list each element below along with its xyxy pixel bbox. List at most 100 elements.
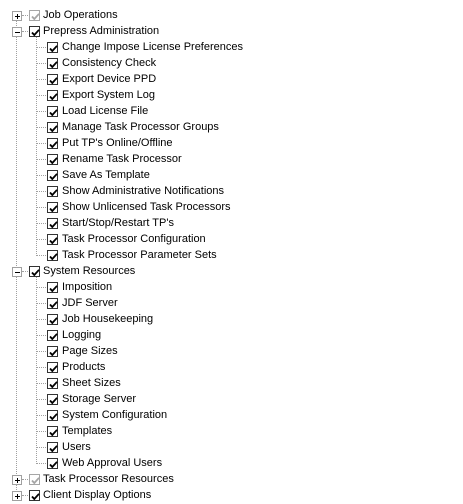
tree-connector: [36, 175, 46, 176]
tree-item-label: Start/Stop/Restart TP's: [62, 217, 174, 229]
tree-item-checkbox[interactable]: [47, 426, 58, 437]
tree-item-load-license-file[interactable]: Load License File: [0, 104, 463, 120]
tree-item-prepress-administration[interactable]: Prepress Administration: [0, 24, 463, 40]
tree-item-checkbox[interactable]: [47, 298, 58, 309]
tree-item-label: Job Housekeeping: [62, 313, 154, 325]
tree-item-checkbox[interactable]: [29, 10, 40, 21]
tree-item-label: Client Display Options: [43, 489, 152, 501]
tree-item-sheet-sizes[interactable]: Sheet Sizes: [0, 376, 463, 392]
tree-item-checkbox[interactable]: [29, 26, 40, 37]
tree-item-label: Users: [62, 441, 91, 453]
tree-item-task-processor-resources[interactable]: Task Processor Resources: [0, 472, 463, 488]
tree-item-checkbox[interactable]: [47, 362, 58, 373]
tree-item-rename-task-processor[interactable]: Rename Task Processor: [0, 152, 463, 168]
tree-item-checkbox[interactable]: [47, 410, 58, 421]
tree-connector: [36, 143, 46, 144]
tree-connector: [22, 479, 28, 480]
tree-item-checkbox[interactable]: [29, 266, 40, 277]
tree-item-job-housekeeping[interactable]: Job Housekeeping: [0, 312, 463, 328]
tree-item-checkbox[interactable]: [29, 474, 40, 485]
tree-connector: [36, 351, 46, 352]
tree-item-checkbox[interactable]: [47, 106, 58, 117]
tree-item-label: Export System Log: [62, 89, 155, 101]
tree-item-label: Page Sizes: [62, 345, 118, 357]
tree-item-export-system-log[interactable]: Export System Log: [0, 88, 463, 104]
tree-connector: [22, 15, 28, 16]
tree-item-checkbox[interactable]: [47, 330, 58, 341]
tree-item-label: Prepress Administration: [43, 25, 160, 37]
tree-item-checkbox[interactable]: [47, 186, 58, 197]
plus-box-icon[interactable]: [12, 11, 22, 21]
tree-item-products[interactable]: Products: [0, 360, 463, 376]
tree-item-show-unlicensed-task-processors[interactable]: Show Unlicensed Task Processors: [0, 200, 463, 216]
tree-item-label: System Configuration: [62, 409, 168, 421]
tree-item-checkbox[interactable]: [47, 42, 58, 53]
tree-connector: [36, 319, 46, 320]
tree-connector: [36, 37, 37, 256]
tree-item-checkbox[interactable]: [47, 442, 58, 453]
tree-item-checkbox[interactable]: [47, 218, 58, 229]
tree-item-checkbox[interactable]: [47, 154, 58, 165]
tree-item-checkbox[interactable]: [29, 490, 40, 501]
plus-box-icon[interactable]: [12, 475, 22, 485]
tree-item-storage-server[interactable]: Storage Server: [0, 392, 463, 408]
tree-item-change-impose-license-preferences[interactable]: Change Impose License Preferences: [0, 40, 463, 56]
tree-item-task-processor-configuration[interactable]: Task Processor Configuration: [0, 232, 463, 248]
tree-item-checkbox[interactable]: [47, 90, 58, 101]
tree-connector: [36, 111, 46, 112]
tree-item-checkbox[interactable]: [47, 378, 58, 389]
tree-item-start-stop-restart-tp-s[interactable]: Start/Stop/Restart TP's: [0, 216, 463, 232]
tree-item-label: Sheet Sizes: [62, 377, 121, 389]
tree-item-logging[interactable]: Logging: [0, 328, 463, 344]
tree-item-checkbox[interactable]: [47, 122, 58, 133]
tree-item-put-tp-s-online-offline[interactable]: Put TP's Online/Offline: [0, 136, 463, 152]
tree-item-label: Web Approval Users: [62, 457, 163, 469]
tree-connector: [36, 127, 46, 128]
tree-item-users[interactable]: Users: [0, 440, 463, 456]
tree-connector: [36, 463, 46, 464]
tree-item-label: Export Device PPD: [62, 73, 157, 85]
tree-item-show-administrative-notifications[interactable]: Show Administrative Notifications: [0, 184, 463, 200]
tree-item-checkbox[interactable]: [47, 394, 58, 405]
tree-item-label: Storage Server: [62, 393, 136, 405]
tree-item-label: Rename Task Processor: [62, 153, 182, 165]
tree-item-label: Task Processor Parameter Sets: [62, 249, 217, 261]
tree-item-job-operations[interactable]: Job Operations: [0, 8, 463, 24]
tree-item-checkbox[interactable]: [47, 346, 58, 357]
tree-item-export-device-ppd[interactable]: Export Device PPD: [0, 72, 463, 88]
tree-item-checkbox[interactable]: [47, 250, 58, 261]
tree-connector: [36, 277, 37, 464]
tree-connector: [36, 447, 46, 448]
tree-item-system-configuration[interactable]: System Configuration: [0, 408, 463, 424]
tree-item-page-sizes[interactable]: Page Sizes: [0, 344, 463, 360]
minus-box-icon[interactable]: [12, 27, 22, 37]
minus-box-icon[interactable]: [12, 267, 22, 277]
tree-connector: [36, 63, 46, 64]
tree-item-client-display-options[interactable]: Client Display Options: [0, 488, 463, 504]
tree-item-jdf-server[interactable]: JDF Server: [0, 296, 463, 312]
tree-item-manage-task-processor-groups[interactable]: Manage Task Processor Groups: [0, 120, 463, 136]
tree-item-web-approval-users[interactable]: Web Approval Users: [0, 456, 463, 472]
tree-item-checkbox[interactable]: [47, 138, 58, 149]
tree-item-checkbox[interactable]: [47, 282, 58, 293]
tree-connector: [36, 255, 46, 256]
tree-item-system-resources[interactable]: System Resources: [0, 264, 463, 280]
tree-item-checkbox[interactable]: [47, 58, 58, 69]
tree-item-checkbox[interactable]: [47, 458, 58, 469]
tree-item-label: Products: [62, 361, 106, 373]
tree-item-checkbox[interactable]: [47, 202, 58, 213]
tree-item-checkbox[interactable]: [47, 74, 58, 85]
tree-item-task-processor-parameter-sets[interactable]: Task Processor Parameter Sets: [0, 248, 463, 264]
tree-connector: [36, 47, 46, 48]
tree-item-templates[interactable]: Templates: [0, 424, 463, 440]
tree-item-label: Imposition: [62, 281, 113, 293]
tree-item-save-as-template[interactable]: Save As Template: [0, 168, 463, 184]
tree-item-checkbox[interactable]: [47, 170, 58, 181]
tree-item-imposition[interactable]: Imposition: [0, 280, 463, 296]
tree-item-checkbox[interactable]: [47, 314, 58, 325]
plus-box-icon[interactable]: [12, 491, 22, 501]
tree-item-checkbox[interactable]: [47, 234, 58, 245]
tree-item-consistency-check[interactable]: Consistency Check: [0, 56, 463, 72]
tree-item-label: Job Operations: [43, 9, 118, 21]
tree-item-label: Save As Template: [62, 169, 150, 181]
